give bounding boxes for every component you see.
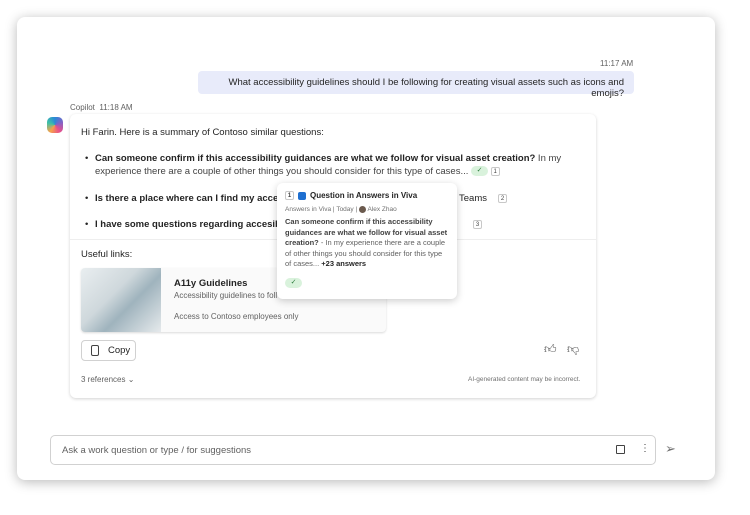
useful-links-label: Useful links:: [81, 249, 133, 260]
copilot-name: Copilot: [70, 103, 95, 112]
bullet-title[interactable]: Can someone confirm if this accessibilit…: [95, 153, 535, 164]
copilot-time: 11:18 AM: [99, 103, 133, 112]
response-intro: Hi Farin. Here is a summary of Contoso s…: [81, 127, 324, 138]
bullet-title[interactable]: Is there a place where can I find my acc…: [95, 193, 291, 204]
link-subtitle: Accessibility guidelines to foll: [174, 291, 278, 300]
composer-input[interactable]: Ask a work question or type / for sugges…: [50, 435, 656, 465]
link-title: A11y Guidelines: [174, 278, 248, 289]
citation-2[interactable]: 2: [498, 194, 507, 203]
copy-icon: [91, 345, 99, 356]
user-message: What accessibility guidelines should I b…: [198, 71, 634, 99]
link-access: Access to Contoso employees only: [174, 312, 299, 321]
chevron-down-icon: ⌄: [127, 375, 135, 384]
popup-body: Can someone confirm if this accessibilit…: [285, 217, 449, 270]
user-message-time: 11:17 AM: [600, 59, 634, 68]
more-options-icon[interactable]: ⋮: [640, 443, 650, 454]
popup-date: Today: [336, 206, 354, 214]
thumbs-down-icon[interactable]: 👎︎: [567, 342, 579, 357]
disclaimer: AI-generated content may be incorrect.: [468, 376, 581, 383]
popup-more-answers[interactable]: +23 answers: [319, 259, 366, 268]
bullet-title[interactable]: I have some questions regarding accesibi…: [95, 219, 292, 230]
copy-button[interactable]: Copy: [81, 340, 136, 361]
references-toggle[interactable]: 3 references ⌄: [81, 375, 134, 384]
thumbs-up-icon[interactable]: 👍︎: [544, 342, 557, 357]
link-thumbnail: [81, 268, 161, 332]
copilot-header: Copilot 11:18 AM: [70, 103, 133, 112]
apps-grid-icon[interactable]: [616, 445, 625, 454]
bullet-text: Teams: [459, 193, 487, 204]
popup-source: Answers in Viva: [285, 206, 332, 214]
popup-ref: 1: [285, 191, 294, 200]
verified-check-icon: ✓: [471, 166, 488, 177]
popup-title[interactable]: Question in Answers in Viva: [310, 191, 417, 200]
verified-check-icon: ✓: [285, 278, 302, 289]
viva-answers-icon: [298, 191, 306, 200]
send-icon[interactable]: ➢: [665, 441, 676, 457]
citation-3[interactable]: 3: [473, 220, 482, 229]
references-label: 3 references: [81, 375, 126, 384]
citation-popup: 1 Question in Answers in Viva Answers in …: [277, 183, 457, 299]
popup-author: Alex Zhao: [367, 206, 397, 214]
bullet-item: Can someone confirm if this accessibilit…: [85, 152, 585, 178]
author-avatar: [358, 206, 366, 213]
copilot-logo-icon: [47, 117, 63, 133]
copy-label: Copy: [108, 345, 131, 356]
citation-1[interactable]: 1: [490, 166, 500, 176]
composer-placeholder: Ask a work question or type / for sugges…: [62, 445, 252, 456]
